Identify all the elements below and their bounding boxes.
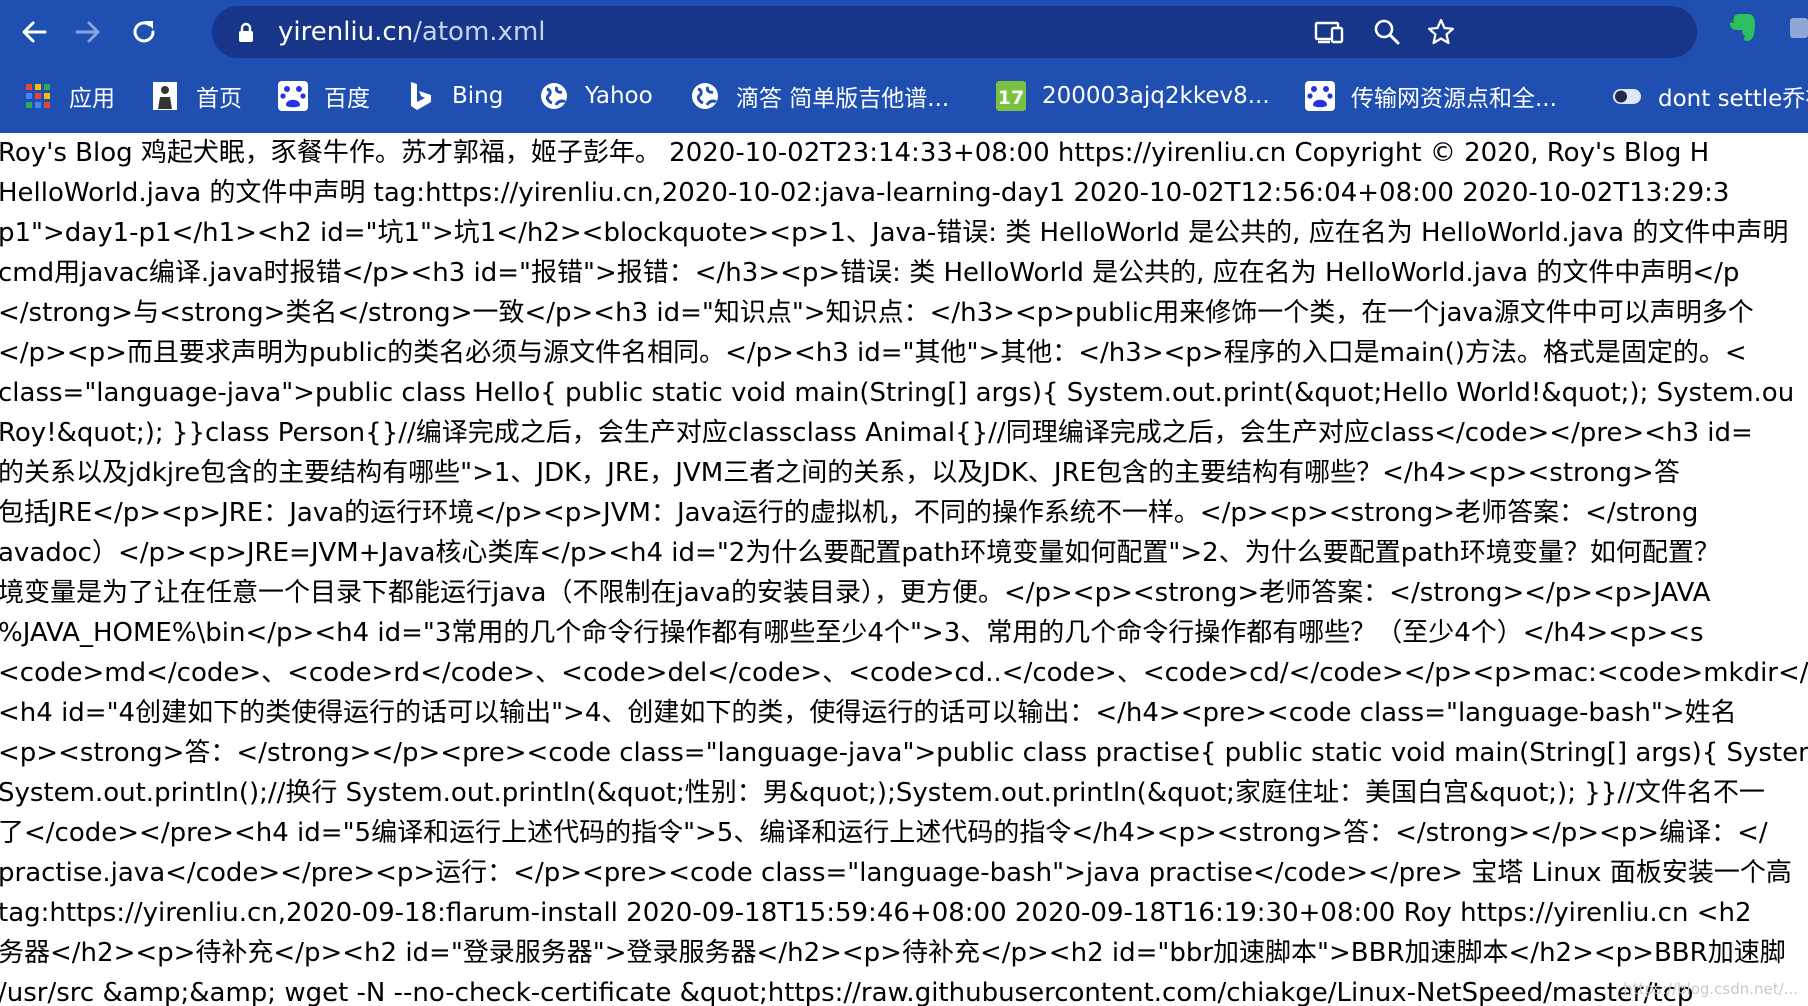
content-line: 务器</h2><p>待补充</p><h2 id="登录服务器">登录服务器</h…: [0, 938, 1786, 968]
content-line: /usr/src &amp;&amp; wget -N --no-check-c…: [0, 978, 1694, 1006]
bookmark-label: 首页: [196, 86, 242, 112]
content-line: avadoc）</p><p>JRE=JVM+Java核心类库</p><h4 id…: [0, 538, 1720, 568]
content-line: </p><p>而且要求声明为public的类名必须与源文件名相同。</p><h3…: [0, 338, 1747, 368]
content-line: <p><strong>答：</strong></p><pre><code cla…: [0, 738, 1808, 768]
bookmark-dont-settle[interactable]: dont settle乔布...: [1612, 78, 1808, 114]
url-text[interactable]: yirenliu.cn/atom.xml: [278, 6, 546, 58]
content-line: Roy!&quot;); }}class Person{}//编译完成之后，会生…: [0, 418, 1753, 448]
bookmark-baidu[interactable]: 百度: [278, 78, 370, 114]
forward-arrow-icon[interactable]: [68, 12, 108, 52]
toggle-icon: [1612, 81, 1642, 111]
bookmark-bing[interactable]: Bing: [406, 78, 503, 114]
content-line: cmd用javac编译.java时报错</p><h3 id="报错">报错：</…: [0, 258, 1740, 288]
content-line: 了</code></pre><h4 id="5编译和运行上述代码的指令">5、编…: [0, 818, 1768, 848]
cast-icon[interactable]: [1314, 18, 1344, 46]
bookmark-home[interactable]: 首页: [150, 78, 242, 114]
bookmark-label: 百度: [324, 86, 370, 112]
browser-toolbar: yirenliu.cn/atom.xml: [0, 0, 1808, 64]
bookmark-label: 200003ajq2kkev8...: [1042, 83, 1270, 109]
content-line: 的关系以及jdkjre包含的主要结构有哪些">1、JDK，JRE，JVM三者之间…: [0, 458, 1680, 488]
bing-icon: [406, 81, 436, 111]
content-line: practise.java</code></pre><p>运行：</p><pre…: [0, 858, 1792, 888]
extension-icon[interactable]: [1786, 10, 1808, 46]
apps-grid-icon: [23, 81, 53, 111]
globe-icon: [539, 81, 569, 111]
content-line: <code>md</code>、<code>rd</code>、<code>de…: [0, 658, 1808, 688]
address-bar[interactable]: yirenliu.cn/atom.xml: [212, 6, 1697, 58]
back-arrow-icon[interactable]: [14, 12, 54, 52]
bookmark-label: Yahoo: [585, 83, 653, 109]
bookmark-label: 滴答 简单版吉他谱...: [736, 86, 950, 112]
url-path: /atom.xml: [413, 17, 546, 47]
number-17-icon: 17: [996, 81, 1026, 111]
bookmark-label: dont settle乔布...: [1658, 86, 1808, 112]
content-line: class="language-java">public class Hello…: [0, 378, 1795, 408]
bookmark-dida[interactable]: 滴答 简单版吉他谱...: [690, 78, 949, 114]
lock-icon[interactable]: [234, 21, 258, 45]
content-line: Roy's Blog 鸡起犬眠，豕餐牛作。苏才郭福，姬子彭年。 2020-10-…: [0, 138, 1710, 168]
zoom-icon[interactable]: [1372, 18, 1402, 46]
globe-icon: [690, 81, 720, 111]
baidu-paw-icon: [278, 81, 308, 111]
content-line: p1">day1-p1</h1><h2 id="坑1">坑1</h2><bloc…: [0, 218, 1789, 248]
content-line: 境变量是为了让在任意一个目录下都能运行java（不限制在java的安装目录），更…: [0, 578, 1711, 608]
content-line: <h4 id="4创建如下的类使得运行的话可以输出">4、创建如下的类，使得运行…: [0, 698, 1737, 728]
content-line: tag:https://yirenliu.cn,2020-09-18:flaru…: [0, 898, 1752, 928]
evernote-icon[interactable]: [1724, 10, 1760, 46]
content-line: </strong>与<strong>类名</strong>一致</p><h3 i…: [0, 298, 1754, 328]
portrait-icon: [150, 81, 180, 111]
content-line: 包括JRE</p><p>JRE：Java的运行环境</p><p>JVM：Java…: [0, 498, 1699, 528]
bookmark-label: 传输网资源点和全...: [1351, 86, 1557, 112]
watermark: https://blog.csdn.net/...: [1623, 980, 1798, 998]
star-icon[interactable]: [1426, 18, 1456, 46]
bookmark-transport[interactable]: 传输网资源点和全...: [1305, 78, 1557, 114]
url-host: yirenliu.cn: [278, 17, 414, 47]
baidu-paw-icon: [1305, 81, 1335, 111]
bookmark-yahoo[interactable]: Yahoo: [539, 78, 653, 114]
bookmark-label: 应用: [69, 86, 115, 112]
bookmark-200003[interactable]: 17 200003ajq2kkev8...: [996, 78, 1270, 114]
page-content: Roy's Blog 鸡起犬眠，豕餐牛作。苏才郭福，姬子彭年。 2020-10-…: [0, 133, 1808, 1006]
browser-chrome: yirenliu.cn/atom.xml 应用 首页 百度 Bing Yahoo…: [0, 0, 1808, 133]
content-line: HelloWorld.java 的文件中声明 tag:https://yiren…: [0, 178, 1730, 208]
reload-icon[interactable]: [124, 12, 164, 52]
content-line: %JAVA_HOME%\bin</p><h4 id="3常用的几个命令行操作都有…: [0, 618, 1704, 648]
bookmark-label: Bing: [452, 83, 504, 109]
bookmarks-bar: 应用 首页 百度 Bing Yahoo 滴答 简单版吉他谱... 17 2000…: [0, 64, 1808, 133]
svg-text:17: 17: [998, 87, 1024, 109]
content-line: System.out.println();//换行 System.out.pri…: [0, 778, 1765, 808]
bookmark-apps[interactable]: 应用: [23, 78, 115, 114]
